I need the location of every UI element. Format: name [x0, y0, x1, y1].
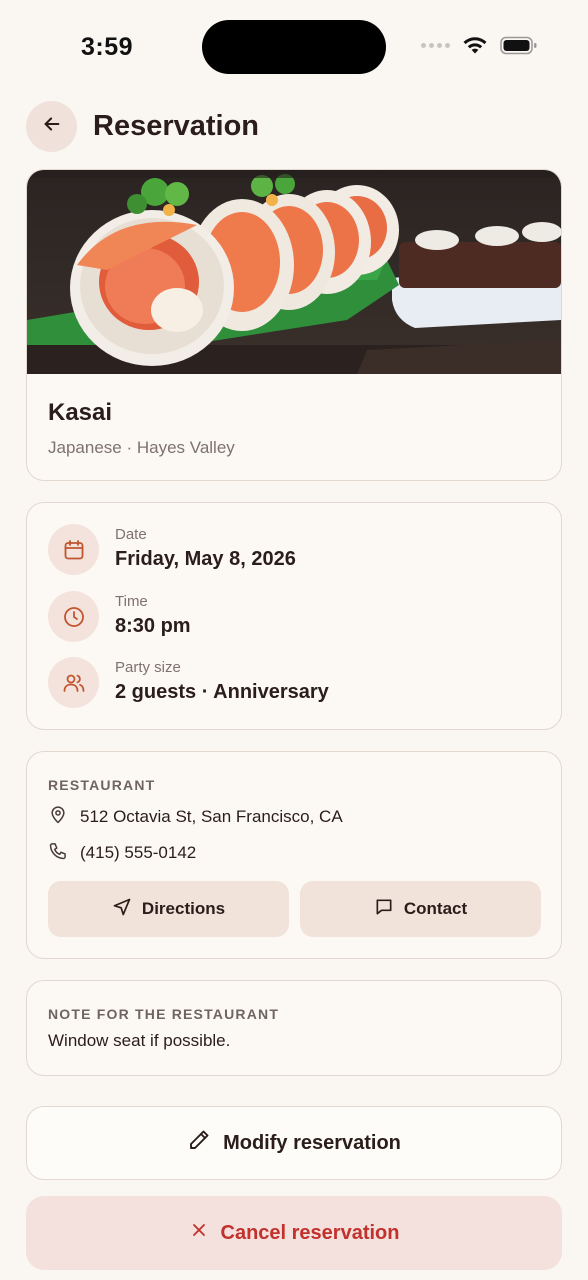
cancel-label: Cancel reservation [220, 1221, 400, 1244]
calendar-icon [48, 524, 99, 575]
reservation-details-card: Date Friday, May 8, 2026 Time 8:30 pm Pa… [26, 502, 562, 730]
modify-label: Modify reservation [223, 1131, 401, 1154]
directions-button[interactable]: Directions [48, 881, 289, 937]
status-time: 3:59 [81, 33, 134, 61]
time-value: 8:30 pm [115, 615, 191, 637]
restaurant-section-label: RESTAURANT [48, 777, 156, 793]
signal-icon [421, 43, 450, 48]
note-section-label: NOTE FOR THE RESTAURANT [48, 1006, 280, 1022]
cancel-reservation-button[interactable]: Cancel reservation [26, 1196, 562, 1270]
restaurant-info-card: RESTAURANT 512 Octavia St, San Francisco… [26, 751, 562, 959]
phone-line[interactable]: (415) 555-0142 [48, 841, 196, 865]
restaurant-name: Kasai [48, 399, 113, 426]
party-label: Party size [115, 659, 181, 676]
contact-label: Contact [403, 899, 468, 918]
map-pin-icon [48, 805, 68, 830]
contact-button[interactable]: Contact [300, 881, 541, 937]
close-icon [189, 1220, 209, 1246]
time-row: Time 8:30 pm [48, 591, 538, 643]
date-row: Date Friday, May 8, 2026 [48, 524, 538, 576]
phone-text: (415) 555-0142 [80, 843, 197, 862]
status-bar: 3:59 [0, 0, 588, 96]
time-label: Time [115, 593, 148, 610]
directions-label: Directions [141, 899, 226, 918]
navigation-icon [112, 897, 132, 922]
date-value: Friday, May 8, 2026 [115, 548, 296, 570]
sushi-rolls-photo [27, 170, 561, 374]
wifi-icon [462, 36, 488, 55]
restaurant-card[interactable]: Kasai Japanese · Hayes Valley [26, 169, 562, 481]
restaurant-meta: Japanese · Hayes Valley [48, 438, 235, 457]
dynamic-island [202, 20, 386, 74]
clock-icon [48, 591, 99, 642]
battery-icon [500, 36, 538, 55]
users-icon [48, 657, 99, 708]
address-text: 512 Octavia St, San Francisco, CA [80, 807, 343, 826]
arrow-left-icon [41, 113, 63, 140]
note-text: Window seat if possible. [48, 1031, 231, 1050]
party-row: Party size 2 guests · Anniversary [48, 657, 538, 709]
modify-reservation-button[interactable]: Modify reservation [26, 1106, 562, 1180]
phone-icon [48, 841, 68, 866]
party-value: 2 guests · Anniversary [115, 681, 329, 703]
message-icon [374, 897, 394, 922]
note-card: NOTE FOR THE RESTAURANT Window seat if p… [26, 980, 562, 1076]
address-line[interactable]: 512 Octavia St, San Francisco, CA [48, 805, 343, 829]
pencil-icon [187, 1128, 211, 1158]
date-label: Date [115, 526, 147, 543]
status-icons [421, 36, 538, 55]
back-button[interactable] [26, 101, 77, 152]
page-title: Reservation [93, 110, 260, 142]
